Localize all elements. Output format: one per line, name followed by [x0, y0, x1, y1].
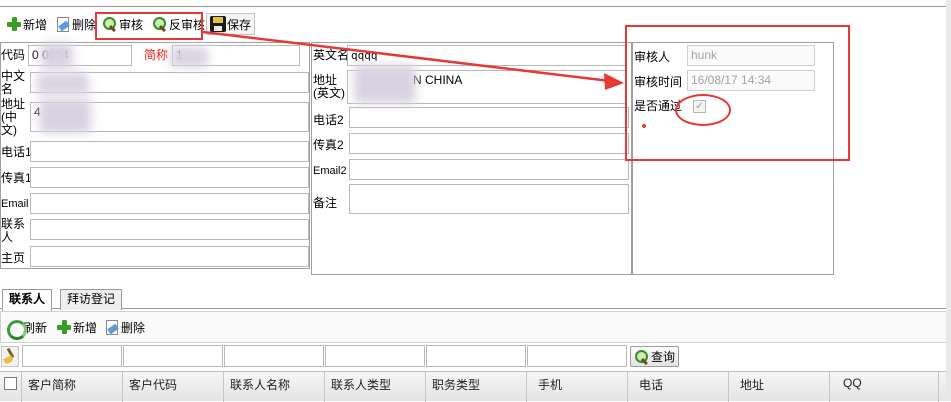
- filter-position-type-input[interactable]: [426, 345, 526, 367]
- filter-mobile-input[interactable]: [527, 345, 627, 367]
- broom-icon: [2, 348, 18, 364]
- tab-visit-records[interactable]: 拜访登记: [60, 289, 123, 310]
- filter-code-input[interactable]: [123, 345, 223, 367]
- column-header[interactable]: 联系人名称: [230, 376, 290, 393]
- column-header[interactable]: 联系人类型: [331, 376, 391, 393]
- column-header[interactable]: 电话: [639, 376, 663, 393]
- column-header[interactable]: 手机: [538, 376, 562, 393]
- column-header[interactable]: QQ: [843, 376, 862, 390]
- filter-short-name-input[interactable]: [22, 345, 122, 367]
- column-header[interactable]: 客户简称: [28, 376, 76, 393]
- delete-icon: [106, 319, 118, 335]
- vertical-scrollbar[interactable]: [946, 0, 951, 401]
- filter-contact-type-input[interactable]: [325, 345, 425, 367]
- contacts-grid-header: 客户简称 客户代码 联系人名称 联系人类型 职务类型 手机 电话 地址 QQ: [0, 371, 951, 402]
- refresh-button[interactable]: 刷新: [3, 316, 50, 340]
- refresh-icon: [6, 319, 27, 340]
- column-header[interactable]: 地址: [740, 376, 764, 393]
- column-header[interactable]: 客户代码: [129, 376, 177, 393]
- magnifier-icon: [634, 349, 650, 365]
- select-all-checkbox[interactable]: [4, 377, 17, 390]
- column-header[interactable]: 职务类型: [432, 376, 480, 393]
- query-button[interactable]: 查询: [630, 346, 680, 367]
- detail-tabs: 联系人 拜访登记: [0, 287, 951, 311]
- contacts-toolbar: 刷新 新增 删除: [0, 311, 951, 343]
- contacts-add-button[interactable]: 新增: [53, 316, 100, 338]
- contacts-delete-button[interactable]: 删除: [103, 316, 148, 338]
- filter-contact-name-input[interactable]: [224, 345, 324, 367]
- plus-icon: [56, 319, 72, 335]
- clear-filter-button[interactable]: [1, 346, 19, 367]
- tab-contacts[interactable]: 联系人: [2, 289, 53, 311]
